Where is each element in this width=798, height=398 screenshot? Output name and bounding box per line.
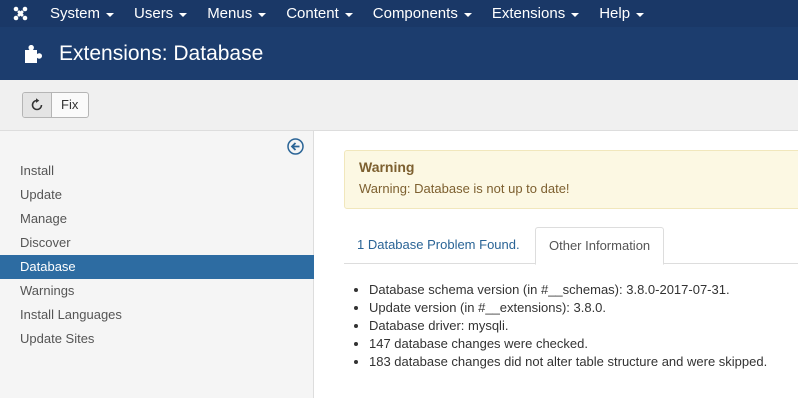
menu-users-label: Users: [134, 5, 174, 22]
sidebar-item-discover[interactable]: Discover: [0, 231, 314, 255]
page-title: Extensions: Database: [59, 41, 264, 65]
menu-content-label: Content: [286, 5, 339, 22]
caret-down-icon: [636, 12, 645, 17]
list-item: Database driver: mysqli.: [369, 317, 767, 335]
sidebar-item-install[interactable]: Install: [0, 159, 314, 183]
tab-bar: 1 Database Problem Found. Other Informat…: [344, 227, 798, 265]
main-content: Warning Warning: Database is not up to d…: [314, 131, 798, 398]
sidebar-item-warnings[interactable]: Warnings: [0, 279, 314, 303]
menu-system-label: System: [50, 5, 101, 22]
puzzle-piece-icon: [25, 44, 42, 63]
list-item: 183 database changes did not alter table…: [369, 353, 767, 371]
menu-extensions-label: Extensions: [491, 5, 566, 22]
sidebar-item-install-languages[interactable]: Install Languages: [0, 303, 314, 327]
menu-menus[interactable]: Menus: [197, 0, 276, 27]
alert-title: Warning: [359, 159, 415, 175]
refresh-icon: [23, 93, 52, 117]
page-header: Extensions: Database: [0, 27, 798, 80]
joomla-logo-icon[interactable]: [0, 0, 40, 27]
caret-down-icon: [258, 12, 267, 17]
list-item: Update version (in #__extensions): 3.8.0…: [369, 299, 767, 317]
caret-down-icon: [344, 12, 353, 17]
sidebar-item-update-sites[interactable]: Update Sites: [0, 327, 314, 351]
warning-alert: Warning Warning: Database is not up to d…: [344, 150, 798, 209]
tab-other-information[interactable]: Other Information: [535, 227, 665, 265]
caret-down-icon: [463, 12, 472, 17]
list-item: Database schema version (in #__schemas):…: [369, 281, 767, 299]
sidebar-item-manage[interactable]: Manage: [0, 207, 314, 231]
sidebar-nav: Install Update Manage Discover Database …: [0, 159, 314, 351]
menu-components[interactable]: Components: [363, 0, 482, 27]
caret-down-icon: [179, 12, 188, 17]
fix-button-label: Fix: [61, 97, 79, 112]
menu-content[interactable]: Content: [276, 0, 363, 27]
menu-help[interactable]: Help: [589, 0, 654, 27]
database-info-list: Database schema version (in #__schemas):…: [369, 281, 767, 371]
toolbar: Fix: [0, 80, 798, 131]
caret-down-icon: [571, 12, 580, 17]
circle-arrow-left-icon[interactable]: [287, 138, 304, 155]
menu-extensions[interactable]: Extensions: [482, 0, 589, 27]
sidebar-item-database[interactable]: Database: [0, 255, 314, 279]
menu-components-label: Components: [372, 5, 458, 22]
fix-button[interactable]: Fix: [22, 92, 90, 118]
menu-help-label: Help: [599, 5, 631, 22]
sidebar-item-update[interactable]: Update: [0, 183, 314, 207]
menu-system[interactable]: System: [40, 0, 124, 27]
menu-menus-label: Menus: [207, 5, 253, 22]
sidebar: Install Update Manage Discover Database …: [0, 131, 314, 398]
list-item: 147 database changes were checked.: [369, 335, 767, 353]
tab-database-problems[interactable]: 1 Database Problem Found.: [344, 227, 533, 264]
top-menu-bar: System Users Menus Content Components Ex…: [0, 0, 798, 27]
alert-message: Warning: Database is not up to date!: [359, 181, 570, 196]
caret-down-icon: [106, 12, 115, 17]
menu-users[interactable]: Users: [124, 0, 197, 27]
